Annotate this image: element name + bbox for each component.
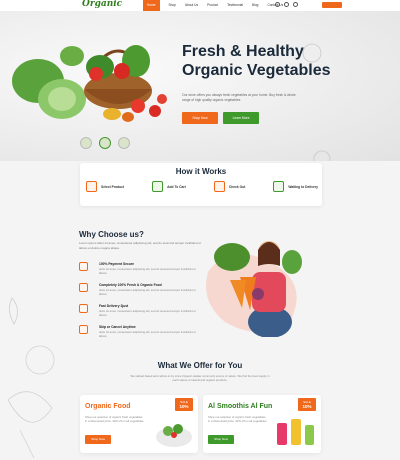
- card-shop-now-button[interactable]: Shop Now: [208, 435, 234, 444]
- nav-link-testimonial[interactable]: Testimonial: [227, 0, 243, 11]
- sale-badge: SALE 10%: [298, 398, 316, 411]
- how-it-works-title: How it Works: [175, 167, 227, 176]
- offer-card-smoothies: Al Smoothis Al Fun Shop our selection of…: [203, 395, 321, 453]
- woman-with-vegetables-image: [206, 241, 302, 337]
- why-choose-us-title: Why Choose us?: [79, 230, 144, 239]
- hero-illustration: [12, 43, 331, 161]
- smoothie-glasses-image: [277, 419, 314, 445]
- leaf-icon: [79, 283, 88, 292]
- pepper-icon: [103, 108, 121, 120]
- sale-badge: SALE 10%: [175, 398, 193, 411]
- hero-description: Our store offers you always fresh vegeta…: [182, 93, 296, 102]
- card-shop-now-button[interactable]: Shop Now: [85, 435, 111, 444]
- step-add-to-cart: Add To Cart: [152, 181, 186, 192]
- offer-description: We started based and carbon-in-by since …: [130, 374, 270, 382]
- thumbnail-2[interactable]: [99, 137, 111, 149]
- step-delivery: Waiting to Delivery: [273, 181, 318, 192]
- nav-link-product[interactable]: Product: [207, 0, 218, 11]
- nav-link-blog[interactable]: Blog: [252, 0, 258, 11]
- hero-thumbnails: [80, 137, 130, 149]
- truck-icon: [79, 304, 88, 313]
- how-it-works-card: How it Works Select Product Add To Cart …: [80, 163, 322, 206]
- cart-step-icon: [152, 181, 164, 192]
- vegetable-doodle-decor: [7, 297, 55, 459]
- cancel-icon: [79, 325, 88, 334]
- greens-icon: [214, 243, 250, 271]
- offer-card-organic-food: Organic Food Shop our selection of organ…: [80, 395, 198, 453]
- step-check-out: Check Out: [213, 181, 245, 192]
- nav-cta-button[interactable]: [322, 2, 342, 8]
- basket-step-icon: [86, 181, 97, 192]
- nav-icons: [275, 2, 298, 7]
- hero-section: Fresh & Healthy Organic Vegetables Our s…: [0, 11, 400, 161]
- thumbnail-3[interactable]: [118, 137, 130, 149]
- salad-bowl-image: [156, 424, 192, 447]
- why-choose-us-description: Lorem ipsum dolor sit amet, consectetur …: [79, 241, 202, 250]
- nav-link-home[interactable]: Home: [143, 0, 160, 11]
- nav-link-shop[interactable]: Shop: [169, 0, 176, 11]
- learn-more-button[interactable]: Learn More: [223, 112, 259, 124]
- tomato-icon: [89, 67, 103, 81]
- thumbnail-1[interactable]: [80, 137, 92, 149]
- how-steps: Select Product Add To Cart Check Out Wai…: [86, 181, 318, 192]
- logo[interactable]: Organic: [82, 0, 122, 9]
- nav-link-about[interactable]: About Us: [185, 0, 198, 11]
- secure-payment-icon: [79, 262, 88, 271]
- cart-icon[interactable]: [293, 2, 298, 7]
- shop-now-button[interactable]: Shop Now: [182, 112, 218, 124]
- heart-icon[interactable]: [284, 2, 289, 7]
- checkout-step-icon: [213, 181, 225, 192]
- search-icon[interactable]: [275, 2, 280, 7]
- step-select-product: Select Product: [86, 181, 124, 192]
- delivery-step-icon: [273, 181, 285, 192]
- offer-title: What We Offer for You: [157, 361, 243, 370]
- hero-title: Fresh & Healthy Organic Vegetables: [182, 43, 331, 79]
- top-nav: Organic Home Shop About Us Product Testi…: [0, 0, 400, 11]
- nav-links: Home Shop About Us Product Testimonial B…: [143, 0, 292, 11]
